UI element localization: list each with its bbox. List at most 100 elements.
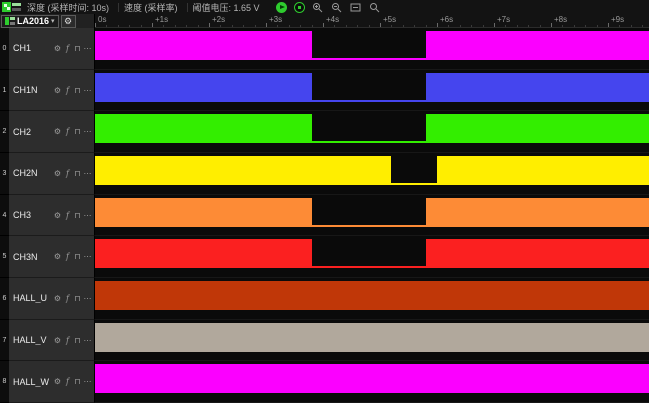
waveform-high-block [426, 114, 649, 143]
channel-trigger-icon[interactable]: ⊓ [73, 44, 82, 53]
device-select[interactable]: LA2016 ▾ [1, 15, 59, 28]
channel-trigger-icon[interactable]: ⊓ [73, 86, 82, 95]
waveform-lane[interactable] [95, 111, 649, 153]
ruler-tick-label: +7s [497, 15, 510, 24]
channel-trigger-icon[interactable]: ⊓ [73, 336, 82, 345]
channel-trigger-icon[interactable]: ⊓ [73, 252, 82, 261]
channel-icons: ⚙ f ⊓ ⋯ [53, 336, 92, 345]
ruler-minor-tick [243, 25, 244, 27]
channel-measure-icon[interactable]: f [63, 294, 72, 303]
ruler-tick [95, 23, 96, 27]
channel-number: 6 [0, 278, 9, 320]
channel-label-panel[interactable]: CH2 ⚙ f ⊓ ⋯ [9, 111, 95, 153]
channel-row: 3 CH2N ⚙ f ⊓ ⋯ [0, 153, 649, 195]
zoom-in-icon[interactable] [312, 1, 324, 13]
channel-measure-icon[interactable]: f [63, 377, 72, 386]
channel-measure-icon[interactable]: f [63, 169, 72, 178]
channel-settings-icon[interactable]: ⚙ [53, 336, 62, 345]
device-settings-button[interactable]: ⚙ [61, 15, 76, 28]
channel-settings-icon[interactable]: ⚙ [53, 252, 62, 261]
waveform-high-block [95, 323, 649, 352]
channel-measure-icon[interactable]: f [63, 336, 72, 345]
stop-capture-button[interactable] [294, 2, 305, 13]
channel-more-icon[interactable]: ⋯ [83, 336, 92, 345]
channel-settings-icon[interactable]: ⚙ [53, 169, 62, 178]
waveform-high-block [437, 156, 649, 185]
waveform-lane[interactable] [95, 28, 649, 70]
channel-more-icon[interactable]: ⋯ [83, 169, 92, 178]
channel-name: CH1 [13, 43, 31, 53]
ruler-minor-tick [175, 25, 176, 27]
waveform-high-block [95, 281, 649, 310]
channel-more-icon[interactable]: ⋯ [83, 44, 92, 53]
channel-label-panel[interactable]: CH2N ⚙ f ⊓ ⋯ [9, 153, 95, 195]
channel-settings-icon[interactable]: ⚙ [53, 127, 62, 136]
channel-more-icon[interactable]: ⋯ [83, 127, 92, 136]
waveform-high-block [95, 156, 391, 185]
zoom-selection-icon[interactable] [369, 1, 381, 13]
ruler-minor-tick [642, 25, 643, 27]
ruler-minor-tick [186, 25, 187, 27]
channel-settings-icon[interactable]: ⚙ [53, 86, 62, 95]
zoom-out-icon[interactable] [331, 1, 343, 13]
channel-label-panel[interactable]: HALL_V ⚙ f ⊓ ⋯ [9, 320, 95, 362]
waveform-lane[interactable] [95, 236, 649, 278]
channel-settings-icon[interactable]: ⚙ [53, 44, 62, 53]
channel-number: 2 [0, 111, 9, 153]
waveform-lane[interactable] [95, 320, 649, 362]
channel-measure-icon[interactable]: f [63, 211, 72, 220]
waveform-high-block [95, 73, 312, 102]
ruler-minor-tick [312, 25, 313, 27]
time-ruler[interactable]: 0s+1s+2s+3s+4s+5s+6s+7s+8s+9s [95, 14, 649, 28]
channel-row: 4 CH3 ⚙ f ⊓ ⋯ [0, 195, 649, 237]
waveform-lane[interactable] [95, 361, 649, 403]
channel-more-icon[interactable]: ⋯ [83, 294, 92, 303]
channel-trigger-icon[interactable]: ⊓ [73, 377, 82, 386]
ruler-minor-tick [528, 25, 529, 27]
channel-name: CH3 [13, 210, 31, 220]
waveform-low-line [391, 183, 437, 185]
channel-label-panel[interactable]: CH1N ⚙ f ⊓ ⋯ [9, 70, 95, 112]
channel-more-icon[interactable]: ⋯ [83, 86, 92, 95]
channel-row: 0 CH1 ⚙ f ⊓ ⋯ [0, 28, 649, 70]
ruler-minor-tick [574, 25, 575, 27]
ruler-minor-tick [631, 25, 632, 27]
channel-trigger-icon[interactable]: ⊓ [73, 211, 82, 220]
channel-settings-icon[interactable]: ⚙ [53, 211, 62, 220]
channel-trigger-icon[interactable]: ⊓ [73, 127, 82, 136]
channel-measure-icon[interactable]: f [63, 252, 72, 261]
channel-label-panel[interactable]: CH3N ⚙ f ⊓ ⋯ [9, 236, 95, 278]
waveform-lane[interactable] [95, 195, 649, 237]
channel-label-panel[interactable]: HALL_W ⚙ f ⊓ ⋯ [9, 361, 95, 403]
channel-icons: ⚙ f ⊓ ⋯ [53, 44, 92, 53]
waveform-lane[interactable] [95, 70, 649, 112]
zoom-fit-icon[interactable] [350, 1, 362, 13]
channel-more-icon[interactable]: ⋯ [83, 377, 92, 386]
ruler-tick-label: +3s [269, 15, 282, 24]
ruler-minor-tick [141, 25, 142, 27]
sample-rate-label: 速度 (采样率) [124, 1, 178, 14]
transport-buttons [276, 1, 381, 13]
channel-settings-icon[interactable]: ⚙ [53, 377, 62, 386]
waveform-lane[interactable] [95, 153, 649, 195]
ruler-minor-tick [517, 25, 518, 27]
waveform-low-line [312, 225, 426, 227]
channel-trigger-icon[interactable]: ⊓ [73, 294, 82, 303]
channel-more-icon[interactable]: ⋯ [83, 211, 92, 220]
channel-measure-icon[interactable]: f [63, 86, 72, 95]
channel-label-panel[interactable]: CH3 ⚙ f ⊓ ⋯ [9, 195, 95, 237]
channel-name: CH2N [13, 168, 38, 178]
channel-measure-icon[interactable]: f [63, 127, 72, 136]
channel-icons: ⚙ f ⊓ ⋯ [53, 86, 92, 95]
channel-measure-icon[interactable]: f [63, 44, 72, 53]
device-and-ruler-bar: LA2016 ▾ ⚙ 0s+1s+2s+3s+4s+5s+6s+7s+8s+9s [0, 14, 649, 28]
start-capture-button[interactable] [276, 2, 287, 13]
channel-icons: ⚙ f ⊓ ⋯ [53, 169, 92, 178]
waveform-lane[interactable] [95, 278, 649, 320]
channel-label-panel[interactable]: CH1 ⚙ f ⊓ ⋯ [9, 28, 95, 70]
channel-more-icon[interactable]: ⋯ [83, 252, 92, 261]
channel-label-panel[interactable]: HALL_U ⚙ f ⊓ ⋯ [9, 278, 95, 320]
channel-trigger-icon[interactable]: ⊓ [73, 169, 82, 178]
ruler-minor-tick [483, 25, 484, 27]
channel-settings-icon[interactable]: ⚙ [53, 294, 62, 303]
